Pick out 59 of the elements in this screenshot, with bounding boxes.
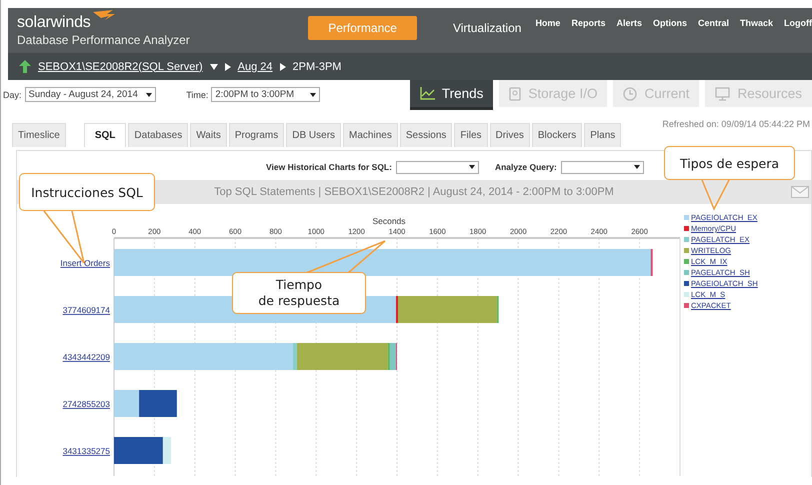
tab[interactable]: SQL [84,123,126,147]
clock-icon [623,86,638,100]
top-link[interactable]: Options [652,18,687,28]
view-tab[interactable]: Trends [410,80,494,110]
sql-statement-link[interactable]: 3431335275 [62,446,110,456]
query-select[interactable] [560,160,644,174]
product-name: Database Performance Analyzer [17,33,191,47]
breadcrumb-arrow-icon [280,62,286,70]
panel-title: Top SQL Statements | SEBOX1\SE2008R2 | August 24, 2014 - 2:00PM to 3:00PM [214,186,614,198]
tab[interactable]: Files [454,123,488,147]
up-arrow-icon [19,60,31,73]
breadcrumb-arrow-icon [224,62,231,70]
tab[interactable]: Sessions [400,123,452,147]
tab[interactable]: DB Users [286,123,342,147]
tab[interactable]: Drives [490,123,530,147]
server-link[interactable]: SEBOX1\SE2008R2(SQL Server) [38,60,203,72]
caret-icon [468,165,475,169]
trend-chart-icon [420,87,435,100]
sql-statement-link[interactable]: 3774609174 [62,305,110,315]
day-select[interactable]: Sunday - August 24, 2014 [24,87,156,102]
top-link[interactable]: Home [535,18,560,28]
tab[interactable]: Plans [584,123,622,147]
monitor-icon [715,86,730,100]
top-link[interactable]: Reports [571,18,606,28]
tab[interactable]: Machines [343,123,398,147]
refreshed-text: Refreshed on: 09/09/14 05:44:22 PM [662,119,810,129]
callout: Tiempo de respuesta [232,272,366,314]
time-label: Time: [186,90,208,100]
analyze-query-label: Analyze Query: [494,162,557,172]
top-link[interactable]: Central [698,18,729,28]
nav-button[interactable]: Virtualization [438,16,536,40]
callout-pointer [701,180,731,210]
tab[interactable]: Programs [228,123,284,147]
drive-icon [509,86,522,100]
axis-title: Seconds [372,216,406,226]
time-select[interactable]: 2:00PM to 3:00PM [211,87,320,102]
date-link[interactable]: Aug 24 [238,60,273,72]
logo-text: solarwinds [17,14,91,32]
day-label: Day: [3,90,22,100]
top-link[interactable]: Thwack [740,18,774,28]
callout: Tipos de espera [664,146,795,180]
caret-icon [310,92,316,96]
tab[interactable]: Blockers [532,123,582,147]
tab[interactable]: Waits [190,123,227,147]
callout: Instrucciones SQL [19,173,155,211]
tab[interactable]: Databases [128,123,188,147]
historical-charts-label: View Historical Charts for SQL: [266,162,392,172]
caret-icon [634,165,640,169]
sql-statement-link[interactable]: 4343442209 [62,352,110,362]
envelope-icon[interactable] [791,186,809,198]
sql-select[interactable] [396,160,479,174]
time-range-text: 2PM-3PM [292,60,342,72]
sql-statement-link[interactable]: 2742855203 [62,399,110,409]
caret-icon [146,92,152,96]
sql-statement-link[interactable]: Insert Orders [60,258,110,268]
dropdown-caret-icon[interactable] [210,64,218,70]
tab[interactable]: Timeslice [12,123,66,147]
top-link[interactable]: Alerts [616,18,642,28]
top-link[interactable]: Logoff [784,18,812,28]
